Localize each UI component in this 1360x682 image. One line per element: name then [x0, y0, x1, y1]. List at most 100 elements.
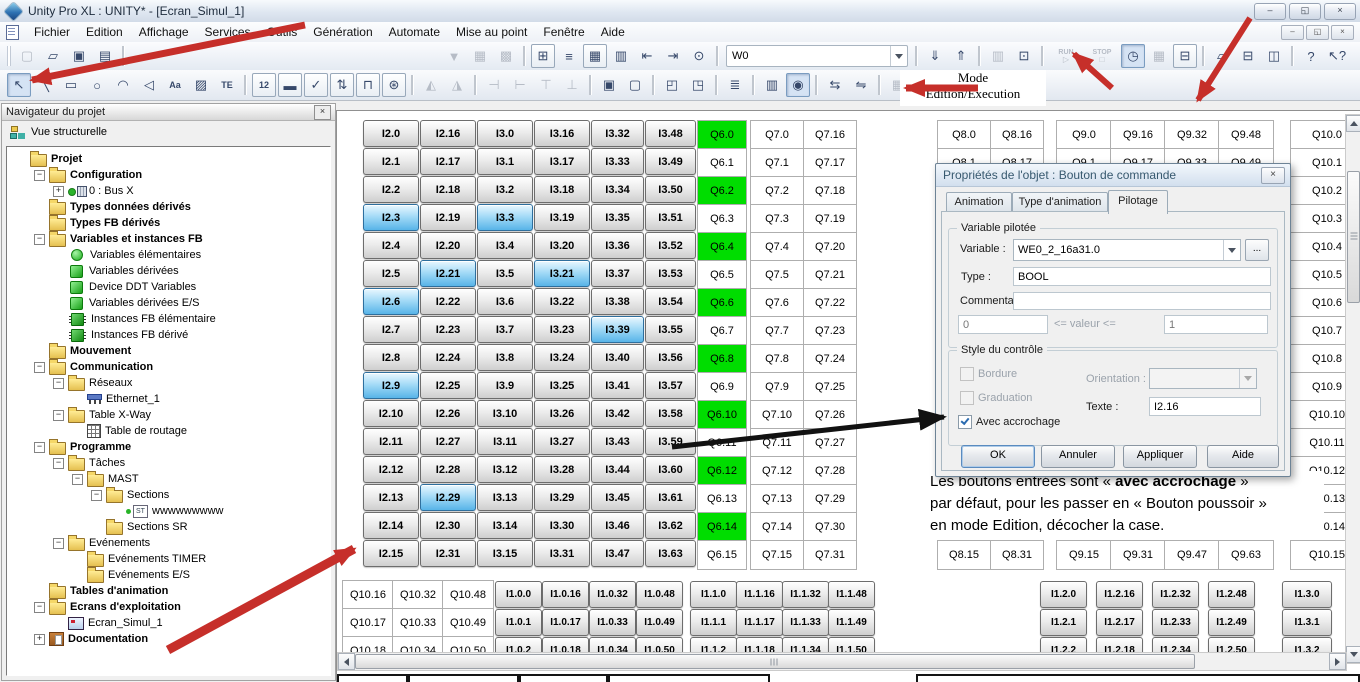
input-button-I1.2.33[interactable]: I1.2.33 — [1152, 609, 1199, 636]
menu-fen-tre[interactable]: Fenêtre — [535, 23, 592, 41]
scroll-up-icon[interactable] — [1346, 115, 1360, 132]
input-button-I3.29[interactable]: I3.29 — [534, 484, 590, 511]
tree-item-mast[interactable]: −MAST — [7, 471, 330, 487]
properties-icon[interactable]: ≣ — [723, 73, 747, 97]
tree-item-documentation[interactable]: +Documentation — [7, 631, 330, 647]
line-tool-icon[interactable]: ╲ — [33, 73, 57, 97]
menu-aide[interactable]: Aide — [593, 23, 633, 41]
input-button-I1.2.0[interactable]: I1.2.0 — [1040, 581, 1087, 608]
rectangle-tool-icon[interactable]: ▭ — [59, 73, 83, 97]
tree-item-ev-nements-e-s[interactable]: Evénements E/S — [7, 567, 330, 583]
export-project-icon[interactable]: ▼ — [442, 44, 466, 68]
open-file-icon[interactable]: ▱ — [41, 44, 65, 68]
menu-automate[interactable]: Automate — [381, 23, 448, 41]
input-button-I1.2.49[interactable]: I1.2.49 — [1208, 609, 1255, 636]
spinbox-tool-icon[interactable]: ⇅ — [330, 73, 354, 97]
input-button-I3.10[interactable]: I3.10 — [477, 400, 533, 427]
tree-item-projet[interactable]: Projet — [7, 151, 330, 167]
avec-accrochage-checkbox[interactable] — [958, 415, 972, 429]
input-button-I3.22[interactable]: I3.22 — [534, 288, 590, 315]
input-button-I3.20[interactable]: I3.20 — [534, 232, 590, 259]
input-button-I2.28[interactable]: I2.28 — [420, 456, 476, 483]
input-button-I3.11[interactable]: I3.11 — [477, 428, 533, 455]
dial-tool-icon[interactable]: ⊛ — [382, 73, 406, 97]
input-button-I2.13[interactable]: I2.13 — [363, 484, 419, 511]
mouse-action-icon[interactable]: ◉ — [786, 73, 810, 97]
input-button-I1.1.32[interactable]: I1.1.32 — [782, 581, 829, 608]
input-button-I2.25[interactable]: I2.25 — [420, 372, 476, 399]
structural-view-icon[interactable]: ≡ — [557, 44, 581, 68]
input-button-I1.0.0[interactable]: I1.0.0 — [495, 581, 542, 608]
input-button-I2.21[interactable]: I2.21 — [420, 260, 476, 287]
input-button-I3.9[interactable]: I3.9 — [477, 372, 533, 399]
input-button-I1.3.1[interactable]: I1.3.1 — [1282, 609, 1332, 636]
max-value-field[interactable]: 1 — [1164, 315, 1268, 334]
import-icon[interactable]: ⇤ — [635, 44, 659, 68]
input-button-I2.6[interactable]: I2.6 — [363, 288, 419, 315]
menu-outils[interactable]: Outils — [259, 23, 306, 41]
ok-button[interactable]: OK — [961, 445, 1035, 468]
tree-expander-minus[interactable]: − — [72, 474, 83, 485]
input-button-I2.22[interactable]: I2.22 — [420, 288, 476, 315]
mdi-minimize-button[interactable]: – — [1281, 25, 1304, 40]
tree-item-variables-d-riv-es[interactable]: Variables dérivées — [7, 263, 330, 279]
rebuild-all-icon[interactable]: ▩ — [494, 44, 518, 68]
tree-item-types-fb-d-riv-s[interactable]: Types FB dérivés — [7, 215, 330, 231]
tree-expander-minus[interactable]: − — [34, 234, 45, 245]
input-button-I2.14[interactable]: I2.14 — [363, 512, 419, 539]
input-button-I3.47[interactable]: I3.47 — [591, 540, 644, 567]
input-button-I3.19[interactable]: I3.19 — [534, 204, 590, 231]
tree-expander-minus[interactable]: − — [53, 378, 64, 389]
text-tool-icon[interactable]: Aa — [163, 73, 187, 97]
input-button-I3.15[interactable]: I3.15 — [477, 540, 533, 567]
input-button-I1.2.48[interactable]: I1.2.48 — [1208, 581, 1255, 608]
input-button-I3.23[interactable]: I3.23 — [534, 316, 590, 343]
vertical-scroll-thumb[interactable] — [1347, 171, 1360, 303]
input-button-I3.16[interactable]: I3.16 — [534, 120, 590, 147]
restore-button[interactable]: ◱ — [1289, 3, 1321, 20]
input-button-I1.1.0[interactable]: I1.1.0 — [690, 581, 737, 608]
input-button-I3.48[interactable]: I3.48 — [645, 120, 696, 147]
tree-item-device-ddt-variables[interactable]: Device DDT Variables — [7, 279, 330, 295]
tree-item-table-x-way[interactable]: −Table X-Way — [7, 407, 330, 423]
input-button-I3.6[interactable]: I3.6 — [477, 288, 533, 315]
project-browser-icon[interactable]: ⊞ — [531, 44, 555, 68]
tree-item-configuration[interactable]: −Configuration — [7, 167, 330, 183]
export-icon[interactable]: ⇥ — [661, 44, 685, 68]
build-changes-icon[interactable]: ▦ — [468, 44, 492, 68]
print-icon[interactable]: ▤ — [93, 44, 117, 68]
group-objects-icon[interactable]: ▣ — [597, 73, 621, 97]
input-button-I3.1[interactable]: I3.1 — [477, 148, 533, 175]
input-button-I1.2.16[interactable]: I1.2.16 — [1096, 581, 1143, 608]
input-button-I3.56[interactable]: I3.56 — [645, 344, 696, 371]
input-button-I3.55[interactable]: I3.55 — [645, 316, 696, 343]
tree-expander-minus[interactable]: − — [53, 458, 64, 469]
input-button-I3.24[interactable]: I3.24 — [534, 344, 590, 371]
input-button-I3.4[interactable]: I3.4 — [477, 232, 533, 259]
input-button-I2.3[interactable]: I2.3 — [363, 204, 419, 231]
library-browser-icon[interactable]: ▥ — [609, 44, 633, 68]
input-button-I2.1[interactable]: I2.1 — [363, 148, 419, 175]
chevron-down-icon[interactable] — [1223, 240, 1240, 260]
tree-expander-minus[interactable]: − — [91, 490, 102, 501]
plc-panel-icon[interactable]: ⊟ — [1173, 44, 1197, 68]
input-button-I2.18[interactable]: I2.18 — [420, 176, 476, 203]
vertical-scrollbar[interactable] — [1345, 114, 1360, 664]
input-button-I2.2[interactable]: I2.2 — [363, 176, 419, 203]
input-button-I3.12[interactable]: I3.12 — [477, 456, 533, 483]
input-button-I2.27[interactable]: I2.27 — [420, 428, 476, 455]
input-button-I2.29[interactable]: I2.29 — [420, 484, 476, 511]
cascade-windows-icon[interactable]: ▱ — [1210, 44, 1234, 68]
input-button-I3.0[interactable]: I3.0 — [477, 120, 533, 147]
text-field-tool-icon[interactable]: TE — [215, 73, 239, 97]
scroll-right-icon[interactable] — [1329, 653, 1346, 670]
tree-item-sections-sr[interactable]: Sections SR — [7, 519, 330, 535]
input-button-I3.45[interactable]: I3.45 — [591, 484, 644, 511]
tree-item-mouvement[interactable]: Mouvement — [7, 343, 330, 359]
menu-services[interactable]: Services — [197, 23, 259, 41]
menu-mise-au-point[interactable]: Mise au point — [448, 23, 535, 41]
tree-item-programme[interactable]: −Programme — [7, 439, 330, 455]
scroll-down-icon[interactable] — [1346, 646, 1360, 663]
input-button-I3.63[interactable]: I3.63 — [645, 540, 696, 567]
input-button-I1.0.49[interactable]: I1.0.49 — [636, 609, 683, 636]
